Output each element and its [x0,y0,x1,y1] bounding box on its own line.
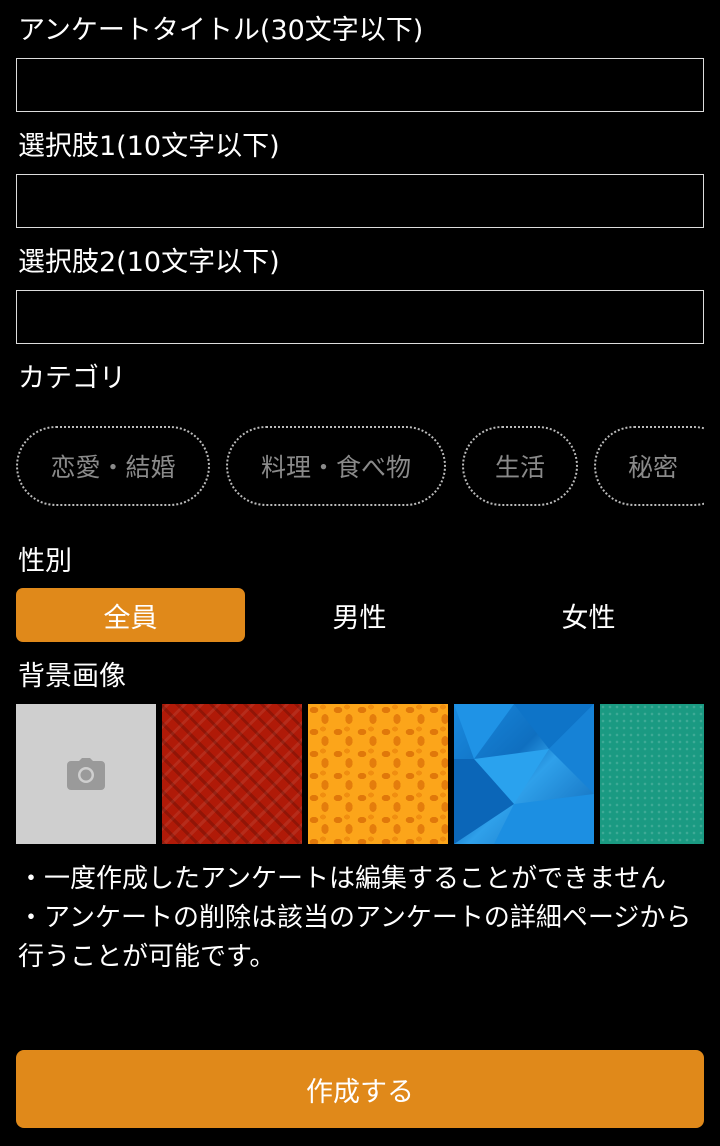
survey-title-field[interactable] [16,58,704,112]
choice2-label: 選択肢2(10文字以下) [18,247,280,278]
category-chip-love-marriage[interactable]: 恋愛・結婚 [16,426,210,506]
background-tile-red-plaid[interactable] [162,704,302,844]
polygon-pattern [454,704,594,844]
background-tile-list [16,704,704,844]
notes: ・一度作成したアンケートは編集することができません ・アンケートの削除は該当のア… [18,860,698,977]
category-chip-list: 恋愛・結婚 料理・食べ物 生活 秘密 [16,426,704,508]
survey-title-input[interactable] [17,59,703,111]
background-image-label: 背景画像 [18,661,126,692]
category-label: カテゴリ [18,363,126,394]
choice2-input[interactable] [17,291,703,343]
category-chip-life[interactable]: 生活 [462,426,578,506]
choice2-field[interactable] [16,290,704,344]
choice1-field[interactable] [16,174,704,228]
background-tile-photo[interactable] [16,704,156,844]
gender-option-all[interactable]: 全員 [16,588,245,642]
note-no-edit: ・一度作成したアンケートは編集することができません [18,864,667,894]
category-chip-cooking-food[interactable]: 料理・食べ物 [226,426,446,506]
category-chip-secret[interactable]: 秘密 [594,426,704,506]
camera-icon [67,758,105,790]
gender-label: 性別 [18,546,72,577]
gender-option-female[interactable]: 女性 [474,588,703,642]
background-tile-blue-polygon[interactable] [454,704,594,844]
gender-option-male[interactable]: 男性 [245,588,474,642]
choice1-input[interactable] [17,175,703,227]
note-delete-info: ・アンケートの削除は該当のアンケートの詳細ページから行うことが可能です。 [18,903,692,972]
background-tile-orange-leopard[interactable] [308,704,448,844]
create-button[interactable]: 作成する [16,1050,704,1128]
survey-title-label: アンケートタイトル(30文字以下) [18,15,424,46]
choice1-label: 選択肢1(10文字以下) [18,131,280,162]
background-tile-teal-dots[interactable] [600,704,704,844]
